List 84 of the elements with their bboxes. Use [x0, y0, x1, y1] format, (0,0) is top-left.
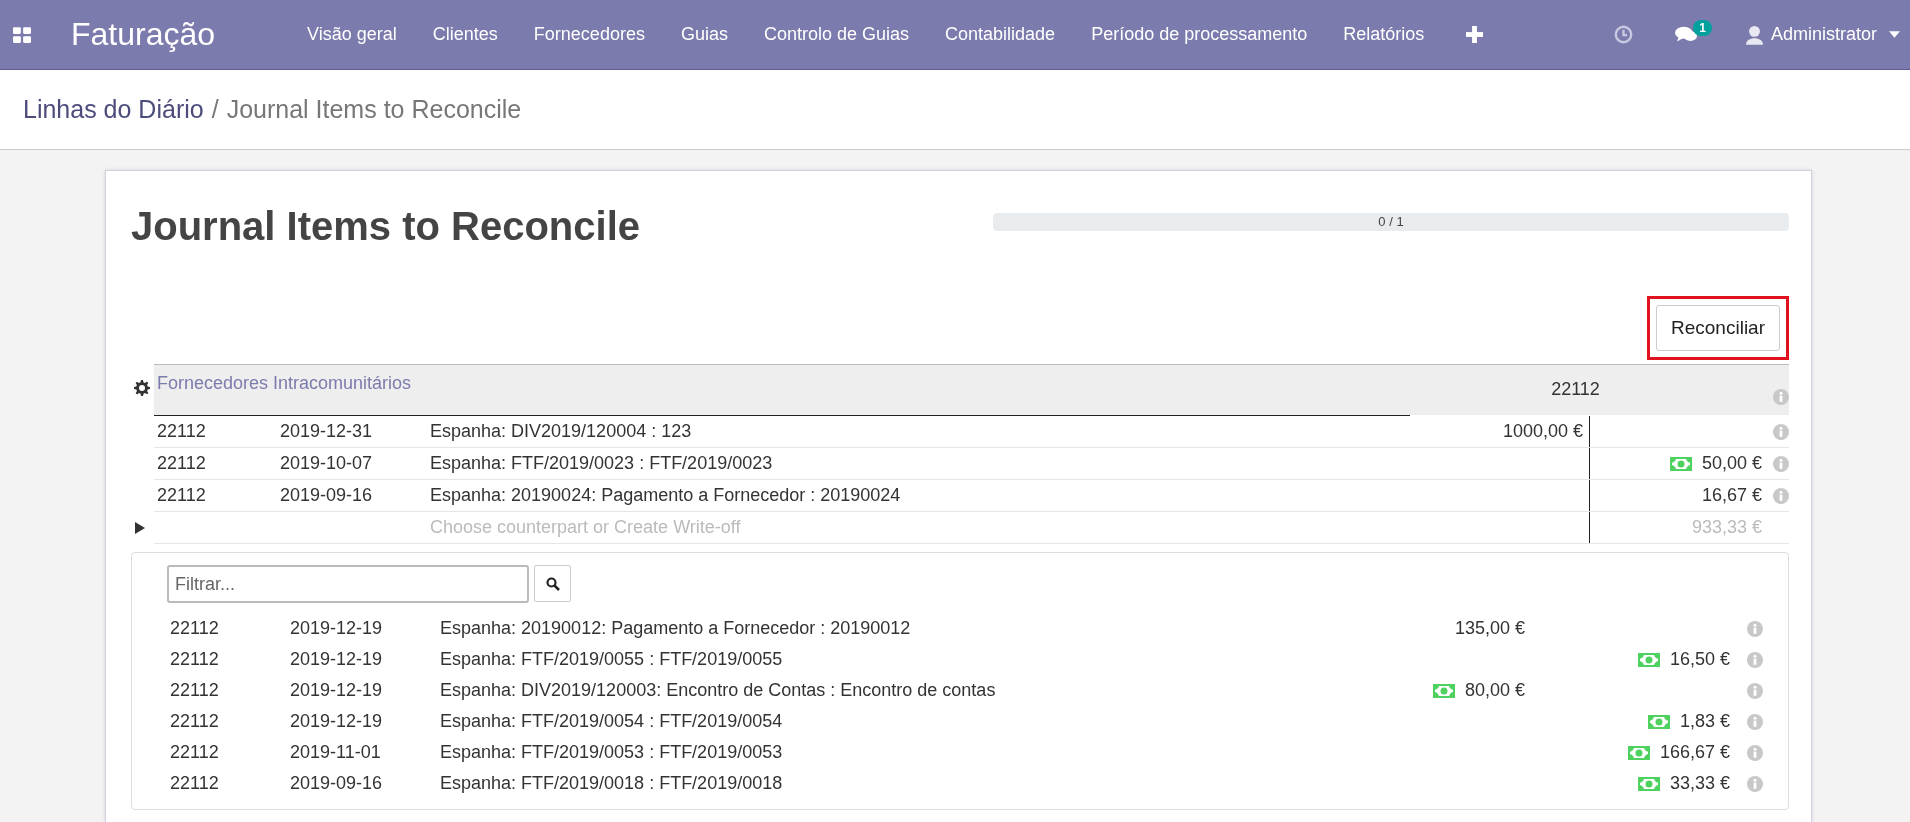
date-cell-text: 2019-12-19 [289, 679, 384, 702]
debit-amount: 80,00 € [1464, 680, 1525, 701]
notification-badge: 1 [1693, 19, 1712, 36]
breadcrumb-current: Journal Items to Reconcile [226, 95, 522, 124]
account-cell-text: 22112 [169, 772, 220, 795]
banknote-icon [1647, 714, 1670, 729]
credit-amount: 166,67 € [1659, 742, 1730, 763]
page-title: Journal Items to Reconcile [131, 203, 641, 250]
info-icon [1747, 651, 1763, 668]
label-cell-text: Espanha: FTF/2019/0018 : FTF/2019/0018 [439, 772, 784, 795]
account-code: 22112 [1550, 378, 1601, 401]
account-cell-text: 22112 [169, 741, 220, 764]
account-cell-text: 22112 [156, 420, 207, 443]
account-cell-text: 22112 [169, 679, 220, 702]
credit-amount: 33,33 € [1669, 773, 1730, 794]
settings-icon[interactable] [134, 380, 150, 396]
banknote-icon [1637, 776, 1660, 791]
info-icon [1773, 423, 1789, 440]
caret-icon [1889, 31, 1900, 38]
reconcile-button[interactable]: Reconciliar [1656, 305, 1780, 351]
date-cell-text: 2019-09-16 [289, 772, 384, 795]
search-icon [545, 576, 560, 591]
info-icon [1773, 389, 1789, 405]
credit-amount: 1,83 € [1679, 711, 1730, 732]
date-cell-text: 2019-09-16 [279, 484, 374, 507]
account-cell-text: 22112 [169, 617, 220, 640]
credit-amount: 50,00 € [1701, 453, 1762, 474]
credit-amount: 16,67 € [1701, 485, 1762, 506]
messages-button[interactable] [1675, 25, 1698, 44]
date-cell-text: 2019-12-19 [289, 617, 384, 640]
apps-grid-icon[interactable] [13, 26, 31, 43]
menu-item[interactable]: Contabilidade [927, 24, 1074, 45]
label-cell-text: Espanha: FTF/2019/0054 : FTF/2019/0054 [439, 710, 784, 733]
menu-item[interactable]: Visão geral [289, 24, 415, 45]
label-cell-text: Espanha: FTF/2019/0053 : FTF/2019/0053 [439, 741, 784, 764]
menu-item[interactable]: Período de processamento [1073, 24, 1326, 45]
label-cell-text: Espanha: DIV2019/120003: Encontro de Contas : Encontro de contas [439, 679, 997, 702]
date-cell-text: 2019-10-07 [279, 452, 374, 475]
plus-icon[interactable] [1466, 26, 1484, 43]
debit-amount: 135,00 € [1454, 618, 1525, 639]
label-cell-text: Espanha: FTF/2019/0055 : FTF/2019/0055 [439, 648, 784, 671]
date-cell-text: 2019-11-01 [289, 741, 382, 764]
user-menu[interactable]: Administrator [1745, 24, 1900, 45]
filter-field[interactable]: Filtrar... [167, 565, 529, 603]
menu-item[interactable]: Clientes [414, 24, 516, 45]
clock-icon[interactable] [1614, 25, 1634, 44]
label-cell-text: Espanha: FTF/2019/0023 : FTF/2019/0023 [429, 452, 774, 475]
label-cell-text: Espanha: 20190012: Pagamento a Fornecedor : 20190012 [439, 617, 912, 640]
progress-label: 0 / 1 [1378, 214, 1404, 229]
banknote-icon [1627, 745, 1650, 760]
menu-item[interactable]: Controlo de Guias [745, 24, 928, 45]
user-silhouette-icon [1745, 24, 1763, 45]
account-link[interactable]: Fornecedores Intracomunitários [154, 365, 1407, 415]
info-icon [1747, 682, 1763, 699]
breadcrumb-link[interactable]: Linhas do Diário [23, 95, 204, 124]
credit-amount: 16,50 € [1669, 649, 1730, 670]
remaining-amount: 933,33 € [1691, 517, 1762, 538]
info-icon [1747, 744, 1763, 761]
info-icon [1747, 713, 1763, 730]
debit-amount: 1000,00 € [1502, 421, 1583, 442]
date-cell-text: 2019-12-19 [289, 648, 384, 671]
label-cell-text: Espanha: DIV2019/120004 : 123 [429, 420, 693, 443]
label-cell-text: Espanha: 20190024: Pagamento a Fornecedor : 20190024 [429, 484, 902, 507]
banknote-icon [1432, 683, 1455, 698]
account-cell-text: 22112 [169, 710, 220, 733]
date-cell-text: 2019-12-31 [279, 420, 374, 443]
date-cell-text: 2019-12-19 [289, 710, 384, 733]
menu-item[interactable]: Fornecedores [515, 24, 663, 45]
info-icon [1773, 487, 1789, 504]
expand-arrow-icon [135, 521, 145, 534]
banknote-icon [1669, 456, 1692, 471]
breadcrumb-separator: / [211, 95, 219, 124]
info-icon [1747, 775, 1763, 792]
banknote-icon [1637, 652, 1660, 667]
menu-item[interactable]: Relatórios [1325, 24, 1443, 45]
menu-item[interactable]: Guias [662, 24, 746, 45]
info-icon [1747, 620, 1763, 637]
chat-bubbles-icon [1675, 25, 1698, 44]
account-cell-text: 22112 [156, 484, 207, 507]
info-icon [1773, 455, 1789, 472]
search-button[interactable] [534, 565, 571, 602]
account-cell-text: 22112 [156, 452, 207, 475]
app-title: Faturação [71, 16, 216, 53]
account-cell-text: 22112 [169, 648, 220, 671]
